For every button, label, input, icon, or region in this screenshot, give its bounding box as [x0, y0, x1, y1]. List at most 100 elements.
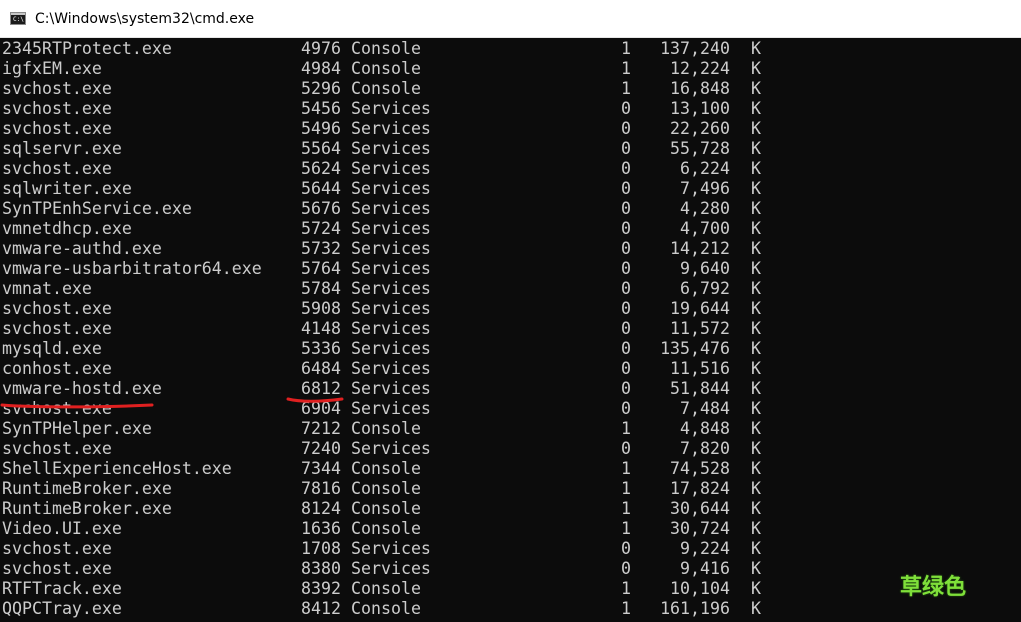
- memory-usage: 30,724: [670, 519, 730, 538]
- memory-unit: K: [751, 299, 761, 318]
- memory-usage: 7,820: [680, 439, 730, 458]
- process-row: vmnetdhcp.exe 5724 Services 0 4,700 K: [0, 219, 1021, 239]
- memory-unit: K: [751, 119, 761, 138]
- memory-usage: 9,640: [680, 259, 730, 278]
- memory-unit: K: [751, 519, 761, 538]
- memory-unit: K: [751, 599, 761, 618]
- console-output[interactable]: 2345RTProtect.exe 4976 Console 1 137,240 Kigf…: [0, 39, 1021, 622]
- memory-unit: K: [751, 359, 761, 378]
- process-pid: 5296: [301, 79, 341, 98]
- session-name: Services: [351, 159, 431, 178]
- process-row: svchost.exe 1708 Services 0 9,224 K: [0, 539, 1021, 559]
- process-pid: 7344: [301, 459, 341, 478]
- memory-unit: K: [751, 399, 761, 418]
- process-row: vmware-usbarbitrator64.exe 5764 Services 0 9…: [0, 259, 1021, 279]
- process-name: mysqld.exe: [2, 339, 102, 358]
- process-pid: 4148: [301, 319, 341, 338]
- memory-usage: 6,792: [680, 279, 730, 298]
- process-pid: 6484: [301, 359, 341, 378]
- memory-usage: 10,104: [670, 579, 730, 598]
- process-name: svchost.exe: [2, 79, 112, 98]
- process-name: svchost.exe: [2, 399, 112, 418]
- process-row: vmware-hostd.exe 6812 Services 0 51,844 K: [0, 379, 1021, 399]
- process-row: svchost.exe 6904 Services 0 7,484 K: [0, 399, 1021, 419]
- memory-unit: K: [751, 339, 761, 358]
- process-pid: 7816: [301, 479, 341, 498]
- process-row: svchost.exe 5908 Services 0 19,644 K: [0, 299, 1021, 319]
- session-name: Console: [351, 79, 421, 98]
- memory-usage: 135,476: [660, 339, 730, 358]
- process-name: igfxEM.exe: [2, 59, 102, 78]
- session-name: Services: [351, 299, 431, 318]
- process-pid: 5496: [301, 119, 341, 138]
- process-pid: 5624: [301, 159, 341, 178]
- process-name: RTFTrack.exe: [2, 579, 122, 598]
- session-name: Console: [351, 519, 421, 538]
- process-pid: 6904: [301, 399, 341, 418]
- session-name: Services: [351, 359, 431, 378]
- session-name: Services: [351, 179, 431, 198]
- process-pid: 5784: [301, 279, 341, 298]
- process-name: Video.UI.exe: [2, 519, 122, 538]
- memory-unit: K: [751, 139, 761, 158]
- process-row: sqlservr.exe 5564 Services 0 55,728 K: [0, 139, 1021, 159]
- process-name: sqlwriter.exe: [2, 179, 132, 198]
- process-pid: 8392: [301, 579, 341, 598]
- memory-usage: 6,224: [680, 159, 730, 178]
- process-name: vmnat.exe: [2, 279, 92, 298]
- memory-usage: 4,848: [680, 419, 730, 438]
- session-name: Services: [351, 259, 431, 278]
- memory-unit: K: [751, 579, 761, 598]
- session-name: Services: [351, 439, 431, 458]
- memory-usage: 137,240: [660, 39, 730, 58]
- process-name: svchost.exe: [2, 559, 112, 578]
- process-row: svchost.exe 5296 Console 1 16,848 K: [0, 79, 1021, 99]
- process-row: vmware-authd.exe 5732 Services 0 14,212 K: [0, 239, 1021, 259]
- session-name: Console: [351, 479, 421, 498]
- window-title: C:\Windows\system32\cmd.exe: [35, 11, 255, 27]
- process-pid: 5456: [301, 99, 341, 118]
- memory-usage: 4,280: [680, 199, 730, 218]
- process-name: svchost.exe: [2, 319, 112, 338]
- process-name: RuntimeBroker.exe: [2, 479, 172, 498]
- process-name: SynTPEnhService.exe: [2, 199, 192, 218]
- memory-usage: 19,644: [670, 299, 730, 318]
- process-row: svchost.exe 8380 Services 0 9,416 K: [0, 559, 1021, 579]
- process-pid: 5908: [301, 299, 341, 318]
- cmd-window: C:\ C:\Windows\system32\cmd.exe 2345RTPr…: [0, 0, 1021, 622]
- memory-usage: 9,224: [680, 539, 730, 558]
- title-bar[interactable]: C:\ C:\Windows\system32\cmd.exe: [0, 0, 1021, 38]
- memory-usage: 11,572: [670, 319, 730, 338]
- memory-unit: K: [751, 219, 761, 238]
- process-row: conhost.exe 6484 Services 0 11,516 K: [0, 359, 1021, 379]
- memory-usage: 22,260: [670, 119, 730, 138]
- process-row: QQPCTray.exe 8412 Console 1 161,196 K: [0, 599, 1021, 619]
- cmd-icon: C:\: [10, 12, 26, 25]
- memory-unit: K: [751, 499, 761, 518]
- memory-unit: K: [751, 319, 761, 338]
- memory-usage: 7,496: [680, 179, 730, 198]
- session-name: Services: [351, 219, 431, 238]
- memory-unit: K: [751, 59, 761, 78]
- session-name: Console: [351, 419, 421, 438]
- memory-usage: 9,416: [680, 559, 730, 578]
- process-pid: 5564: [301, 139, 341, 158]
- memory-usage: 7,484: [680, 399, 730, 418]
- process-row: SynTPEnhService.exe 5676 Services 0 4,280 K: [0, 199, 1021, 219]
- process-row: Video.UI.exe 1636 Console 1 30,724 K: [0, 519, 1021, 539]
- process-row: 2345RTProtect.exe 4976 Console 1 137,240 K: [0, 39, 1021, 59]
- process-pid: 4984: [301, 59, 341, 78]
- process-row: svchost.exe 4148 Services 0 11,572 K: [0, 319, 1021, 339]
- memory-unit: K: [751, 159, 761, 178]
- memory-unit: K: [751, 259, 761, 278]
- session-name: Console: [351, 459, 421, 478]
- session-name: Services: [351, 239, 431, 258]
- session-name: Console: [351, 499, 421, 518]
- process-pid: 7212: [301, 419, 341, 438]
- process-pid: 4976: [301, 39, 341, 58]
- memory-unit: K: [751, 419, 761, 438]
- process-pid: 1636: [301, 519, 341, 538]
- process-name: sqlservr.exe: [2, 139, 122, 158]
- memory-unit: K: [751, 179, 761, 198]
- memory-unit: K: [751, 39, 761, 58]
